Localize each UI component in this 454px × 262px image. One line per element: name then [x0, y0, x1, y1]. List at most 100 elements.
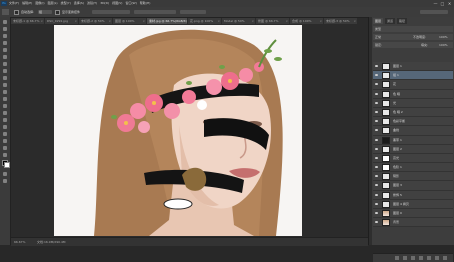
move-tool-icon[interactable]	[2, 9, 9, 15]
layer-row[interactable]: 色 暗 2	[373, 107, 453, 118]
auto-select-checkbox[interactable]	[14, 10, 19, 15]
menu-image[interactable]: 图像(I)	[35, 1, 44, 6]
layer-row[interactable]: 曲线	[373, 126, 453, 136]
adjustment-layer-icon[interactable]	[419, 256, 423, 260]
clone-stamp-tool-icon[interactable]	[3, 76, 7, 80]
lasso-tool-icon[interactable]	[3, 34, 7, 38]
healing-brush-tool-icon[interactable]	[3, 62, 7, 66]
menu-layer[interactable]: 图层(L)	[48, 1, 58, 6]
layer-row[interactable]: 色阶 1	[373, 163, 453, 173]
visibility-eye-icon[interactable]	[375, 74, 378, 77]
visibility-eye-icon[interactable]	[375, 138, 378, 141]
opacity-value[interactable]: 100%	[439, 34, 448, 40]
layer-row[interactable]: 黑带 1	[373, 135, 453, 145]
fill-value[interactable]: 100%	[439, 42, 448, 48]
dodge-tool-icon[interactable]	[3, 111, 7, 115]
marquee-tool-icon[interactable]	[3, 27, 7, 31]
visibility-eye-icon[interactable]	[375, 120, 378, 123]
maximize-button[interactable]: □	[440, 1, 445, 6]
tab-layers[interactable]: 图层	[373, 18, 384, 24]
pen-tool-icon[interactable]	[3, 118, 7, 122]
auto-select-dropdown[interactable]: 组	[38, 10, 52, 14]
menu-edit[interactable]: 编辑(E)	[22, 1, 32, 6]
shape-tool-icon[interactable]	[3, 139, 7, 143]
menu-select[interactable]: 选择(S)	[74, 1, 84, 6]
background-color-swatch[interactable]	[4, 162, 10, 168]
visibility-eye-icon[interactable]	[375, 193, 378, 196]
visibility-eye-icon[interactable]	[375, 147, 378, 150]
menu-filter[interactable]: 滤镜(T)	[87, 1, 97, 6]
layer-row[interactable]: 阴影	[373, 172, 453, 182]
document-canvas[interactable]	[54, 25, 302, 236]
zoom-tool-icon[interactable]	[3, 153, 7, 157]
menu-type[interactable]: 类型(Y)	[61, 1, 71, 6]
layer-style-icon[interactable]	[403, 256, 407, 260]
menu-view[interactable]: 视图(V)	[112, 1, 122, 6]
layer-row[interactable]: 图层 2	[373, 144, 453, 154]
new-group-icon[interactable]	[427, 256, 431, 260]
layer-row[interactable]: 高光	[373, 153, 453, 164]
layer-row[interactable]: 修饰 5	[373, 190, 453, 200]
quick-select-tool-icon[interactable]	[3, 41, 7, 45]
layer-row[interactable]: 组 1	[373, 71, 453, 81]
layer-row[interactable]: 图层 3	[373, 181, 453, 191]
document-info[interactable]: 文档:16.9M/290.4M	[37, 240, 65, 244]
brush-tool-icon[interactable]	[3, 69, 7, 73]
add-mask-icon[interactable]	[411, 256, 415, 260]
tab-paths[interactable]: 路径	[397, 18, 408, 24]
visibility-eye-icon[interactable]	[375, 101, 378, 104]
quick-mask-icon[interactable]	[3, 172, 7, 176]
menu-file[interactable]: 文件(F)	[9, 1, 19, 6]
gradient-tool-icon[interactable]	[3, 97, 7, 101]
type-tool-icon[interactable]	[3, 125, 7, 129]
blur-tool-icon[interactable]	[3, 104, 7, 108]
visibility-eye-icon[interactable]	[375, 65, 378, 67]
layer-row[interactable]: 光	[373, 98, 453, 108]
layer-row[interactable]: 花	[373, 80, 453, 90]
visibility-eye-icon[interactable]	[375, 92, 378, 95]
history-brush-tool-icon[interactable]	[3, 83, 7, 87]
crop-tool-icon[interactable]	[3, 48, 7, 52]
hand-tool-icon[interactable]	[3, 146, 7, 150]
blend-mode-dropdown[interactable]: 正常	[375, 34, 381, 40]
3d-mode-buttons[interactable]	[180, 10, 206, 14]
canvas-area[interactable]	[11, 24, 368, 237]
layer-row[interactable]: 图层 0	[373, 209, 453, 219]
move-tool-icon[interactable]	[3, 20, 7, 24]
visibility-eye-icon[interactable]	[375, 156, 378, 159]
visibility-eye-icon[interactable]	[375, 212, 378, 214]
minimize-button[interactable]: —	[433, 1, 438, 6]
layer-row[interactable]: 背景	[373, 218, 453, 228]
workspace-dropdown[interactable]	[420, 10, 448, 14]
delete-layer-icon[interactable]	[443, 256, 447, 260]
visibility-eye-icon[interactable]	[375, 184, 378, 187]
layer-row[interactable]: 图层 4 拷贝	[373, 199, 453, 209]
screen-mode-icon[interactable]	[3, 179, 7, 183]
menu-window[interactable]: 窗口(W)	[125, 1, 136, 6]
layer-kind-filter[interactable]: 类型	[375, 26, 381, 32]
layer-row[interactable]: 图层 1	[373, 62, 453, 72]
visibility-eye-icon[interactable]	[375, 166, 378, 169]
visibility-eye-icon[interactable]	[375, 129, 378, 132]
zoom-level[interactable]: 66.67%	[14, 240, 25, 244]
eyedropper-tool-icon[interactable]	[3, 55, 7, 59]
show-transform-checkbox[interactable]	[55, 10, 60, 15]
distribute-buttons[interactable]	[134, 10, 176, 14]
menu-help[interactable]: 帮助(H)	[140, 1, 151, 6]
visibility-eye-icon[interactable]	[375, 202, 378, 205]
new-layer-icon[interactable]	[435, 256, 439, 260]
visibility-eye-icon[interactable]	[375, 83, 378, 86]
layer-row[interactable]: 色 暗	[373, 89, 453, 99]
path-select-tool-icon[interactable]	[3, 132, 7, 136]
close-button[interactable]: ✕	[447, 1, 452, 6]
layer-row[interactable]: 色彩平衡	[373, 117, 453, 127]
visibility-eye-icon[interactable]	[375, 175, 378, 178]
menu-3d[interactable]: 3D(D)	[100, 1, 109, 6]
visibility-eye-icon[interactable]	[375, 110, 378, 113]
link-layers-icon[interactable]	[395, 256, 399, 260]
visibility-eye-icon[interactable]	[375, 221, 378, 224]
tab-channels[interactable]: 通道	[385, 18, 396, 24]
portrait-image[interactable]	[54, 25, 302, 236]
eraser-tool-icon[interactable]	[3, 90, 7, 94]
align-buttons[interactable]	[92, 10, 130, 14]
